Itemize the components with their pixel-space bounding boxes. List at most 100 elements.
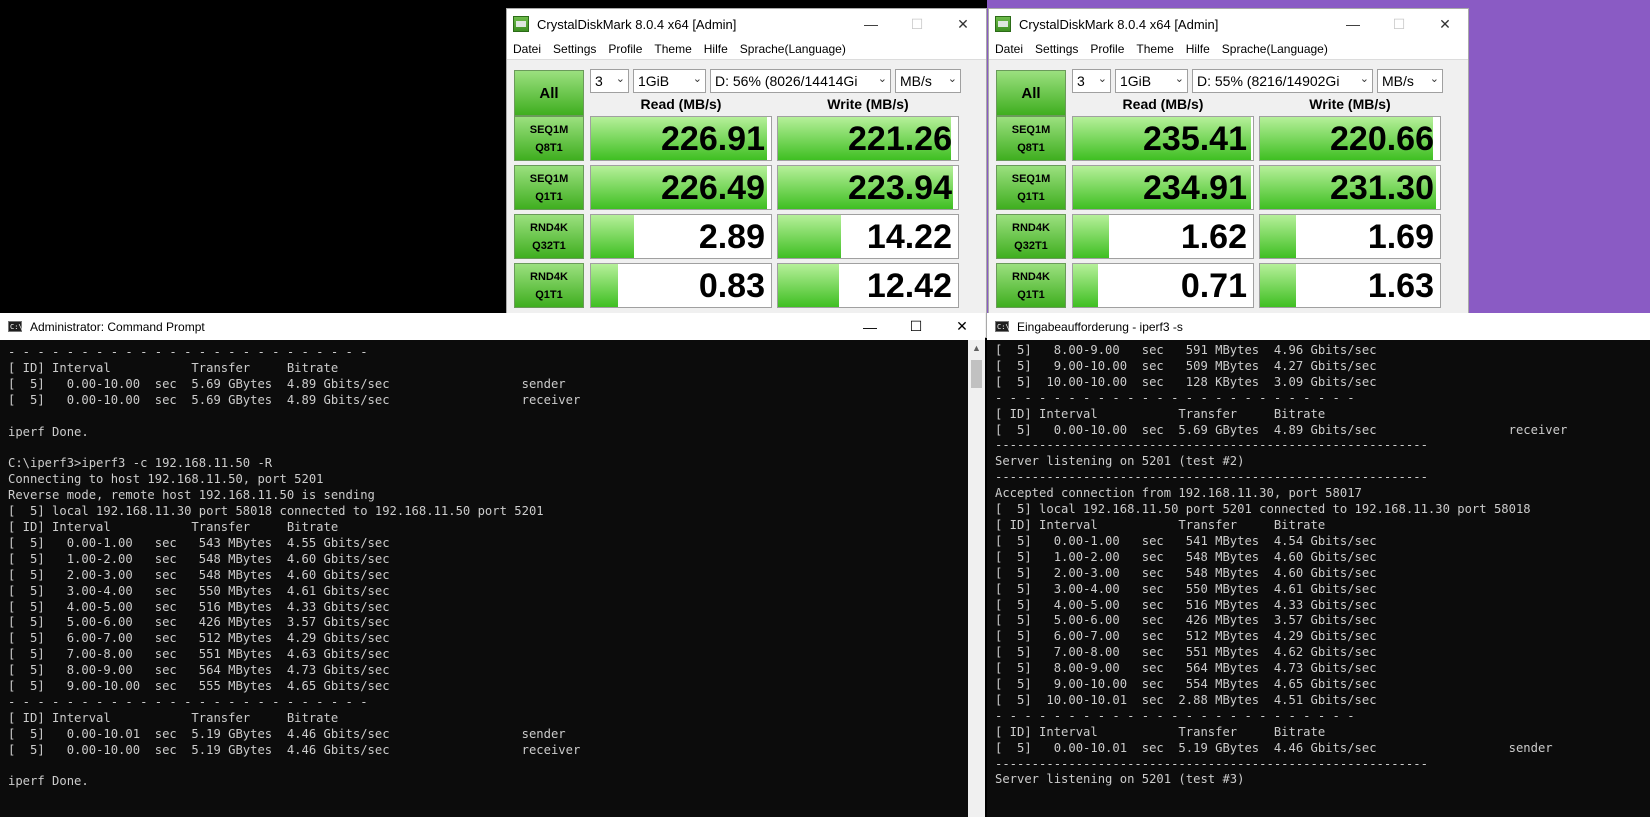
terminal-line: [ 5] local 192.168.11.30 port 58018 conn… bbox=[8, 504, 544, 519]
terminal-line: - - - - - - - - - - - - - - - - - - - - … bbox=[995, 708, 1355, 723]
unit-select[interactable]: MB/s ⌄ bbox=[1377, 69, 1443, 93]
test-name: RND4K bbox=[1012, 270, 1050, 283]
terminal-line: - - - - - - - - - - - - - - - - - - - - … bbox=[8, 345, 368, 359]
menu-settings[interactable]: Settings bbox=[1035, 42, 1078, 56]
write-result-cell: 1.69 bbox=[1259, 214, 1441, 259]
read-header: Read (MB/s) bbox=[640, 96, 722, 112]
read-bar bbox=[591, 264, 618, 307]
command-prompt-window-right[interactable]: C:\ Eingabeaufforderung - iperf3 -s [ 5]… bbox=[987, 313, 1650, 817]
title-bar[interactable]: CrystalDiskMark 8.0.4 x64 [Admin] — ☐ ✕ bbox=[989, 9, 1468, 39]
test-rnd4k-q32t1-button[interactable]: RND4K Q32T1 bbox=[996, 214, 1066, 259]
close-button[interactable]: ✕ bbox=[939, 313, 985, 340]
test-seq1m-q1t1-button[interactable]: SEQ1M Q1T1 bbox=[514, 165, 584, 210]
test-rnd4k-q1t1-button[interactable]: RND4K Q1T1 bbox=[996, 263, 1066, 308]
title-bar[interactable]: C:\ Eingabeaufforderung - iperf3 -s bbox=[987, 313, 1650, 340]
chevron-down-icon: ⌄ bbox=[1359, 73, 1369, 85]
read-result-cell: 234.91 bbox=[1072, 165, 1254, 210]
vertical-scrollbar[interactable]: ▲ bbox=[968, 340, 985, 817]
unit-select[interactable]: MB/s ⌄ bbox=[895, 69, 961, 93]
menu-hilfe[interactable]: Hilfe bbox=[704, 42, 728, 56]
menu-hilfe[interactable]: Hilfe bbox=[1186, 42, 1210, 56]
test-seq1m-q8t1-button[interactable]: SEQ1M Q8T1 bbox=[996, 116, 1066, 161]
terminal-line: [ 5] 7.00-8.00 sec 551 MBytes 4.62 Gbits… bbox=[995, 645, 1377, 660]
window-title: CrystalDiskMark 8.0.4 x64 [Admin] bbox=[1019, 16, 1219, 32]
terminal-output[interactable]: [ 5] 8.00-9.00 sec 591 MBytes 4.96 Gbits… bbox=[995, 343, 1567, 788]
write-result-cell: 220.66 bbox=[1259, 116, 1441, 161]
terminal-line: [ 5] 0.00-10.00 sec 5.69 GBytes 4.89 Gbi… bbox=[995, 422, 1568, 437]
terminal-line: iperf Done. bbox=[8, 424, 89, 439]
read-result-cell: 0.71 bbox=[1072, 263, 1254, 308]
read-value: 1.62 bbox=[1180, 218, 1247, 256]
count-select[interactable]: 3 ⌄ bbox=[590, 69, 629, 93]
all-button[interactable]: All bbox=[514, 70, 584, 116]
chevron-down-icon: ⌄ bbox=[1429, 73, 1439, 85]
test-rnd4k-q32t1-button[interactable]: RND4K Q32T1 bbox=[514, 214, 584, 259]
read-result-cell: 2.89 bbox=[590, 214, 772, 259]
command-prompt-window-left[interactable]: C:\ Administrator: Command Prompt — ☐ ✕ … bbox=[0, 313, 985, 817]
terminal-line: [ 5] 9.00-10.00 sec 554 MBytes 4.65 Gbit… bbox=[995, 677, 1377, 692]
title-bar[interactable]: CrystalDiskMark 8.0.4 x64 [Admin] — ☐ ✕ bbox=[507, 9, 986, 39]
count-select[interactable]: 3 ⌄ bbox=[1072, 69, 1111, 93]
test-queue: Q32T1 bbox=[1014, 239, 1048, 252]
scroll-up-icon[interactable]: ▲ bbox=[968, 340, 985, 357]
crystaldiskmark-window-left[interactable]: CrystalDiskMark 8.0.4 x64 [Admin] — ☐ ✕ … bbox=[506, 8, 987, 338]
write-bar bbox=[778, 215, 841, 258]
test-name: SEQ1M bbox=[1011, 172, 1051, 185]
chevron-down-icon: ⌄ bbox=[1097, 73, 1107, 85]
test-name: SEQ1M bbox=[529, 123, 569, 136]
size-select[interactable]: 1GiB ⌄ bbox=[633, 69, 706, 93]
menu-datei[interactable]: Datei bbox=[995, 42, 1023, 56]
menu-theme[interactable]: Theme bbox=[1136, 42, 1173, 56]
menu-profile[interactable]: Profile bbox=[608, 42, 642, 56]
write-value: 231.30 bbox=[1330, 169, 1434, 207]
test-rnd4k-q1t1-button[interactable]: RND4K Q1T1 bbox=[514, 263, 584, 308]
chevron-down-icon: ⌄ bbox=[947, 73, 957, 85]
terminal-output[interactable]: - - - - - - - - - - - - - - - - - - - - … bbox=[8, 345, 580, 790]
minimize-button[interactable]: — bbox=[1330, 9, 1376, 39]
terminal-line: [ ID] Interval Transfer Bitrate bbox=[8, 360, 339, 375]
drive-select[interactable]: D: 56% (8026/14414Gi ⌄ bbox=[710, 69, 891, 93]
terminal-line: [ 5] 0.00-10.01 sec 5.19 GBytes 4.46 Gbi… bbox=[8, 726, 566, 741]
minimize-button[interactable]: — bbox=[847, 313, 893, 340]
test-seq1m-q8t1-button[interactable]: SEQ1M Q8T1 bbox=[514, 116, 584, 161]
menu-language[interactable]: Sprache(Language) bbox=[1222, 42, 1328, 56]
write-value: 220.66 bbox=[1330, 120, 1434, 158]
menu-theme[interactable]: Theme bbox=[654, 42, 691, 56]
terminal-line: Accepted connection from 192.168.11.30, … bbox=[995, 486, 1362, 501]
terminal-line: [ 5] 9.00-10.00 sec 509 MBytes 4.27 Gbit… bbox=[995, 358, 1377, 373]
menu-profile[interactable]: Profile bbox=[1090, 42, 1124, 56]
drive-select[interactable]: D: 55% (8216/14902Gi ⌄ bbox=[1192, 69, 1373, 93]
cmd-icon: C:\ bbox=[8, 321, 23, 332]
cmd-icon: C:\ bbox=[995, 321, 1010, 332]
read-bar bbox=[1073, 215, 1109, 258]
write-value: 223.94 bbox=[848, 169, 952, 207]
test-queue: Q8T1 bbox=[1017, 141, 1045, 154]
test-name: RND4K bbox=[530, 270, 568, 283]
crystaldiskmark-window-right[interactable]: CrystalDiskMark 8.0.4 x64 [Admin] — ☐ ✕ … bbox=[988, 8, 1469, 338]
all-button[interactable]: All bbox=[996, 70, 1066, 116]
maximize-button[interactable]: ☐ bbox=[893, 313, 939, 340]
terminal-line: [ 5] 0.00-10.00 sec 5.19 GBytes 4.46 Gbi… bbox=[8, 742, 581, 757]
test-queue: Q32T1 bbox=[532, 239, 566, 252]
terminal-line: [ 5] 6.00-7.00 sec 512 MBytes 4.29 Gbits… bbox=[995, 629, 1377, 644]
terminal-line: Reverse mode, remote host 192.168.11.50 … bbox=[8, 488, 375, 503]
read-value: 226.91 bbox=[661, 120, 765, 158]
close-button[interactable]: ✕ bbox=[940, 9, 986, 39]
chevron-down-icon: ⌄ bbox=[877, 73, 887, 85]
size-select[interactable]: 1GiB ⌄ bbox=[1115, 69, 1188, 93]
terminal-line: [ 5] 0.00-10.00 sec 5.69 GBytes 4.89 Gbi… bbox=[8, 392, 581, 407]
close-button[interactable]: ✕ bbox=[1422, 9, 1468, 39]
window-title: Eingabeaufforderung - iperf3 -s bbox=[1017, 319, 1183, 334]
title-bar[interactable]: C:\ Administrator: Command Prompt — ☐ ✕ bbox=[0, 313, 985, 340]
terminal-line: [ ID] Interval Transfer Bitrate bbox=[8, 710, 339, 725]
scroll-thumb[interactable] bbox=[971, 360, 982, 388]
write-value: 12.42 bbox=[866, 267, 952, 305]
minimize-button[interactable]: — bbox=[848, 9, 894, 39]
read-value: 0.71 bbox=[1180, 267, 1247, 305]
test-seq1m-q1t1-button[interactable]: SEQ1M Q1T1 bbox=[996, 165, 1066, 210]
menu-settings[interactable]: Settings bbox=[553, 42, 596, 56]
test-queue: Q1T1 bbox=[1017, 288, 1045, 301]
menu-language[interactable]: Sprache(Language) bbox=[740, 42, 846, 56]
terminal-line: [ 5] local 192.168.11.50 port 5201 conne… bbox=[995, 502, 1531, 517]
menu-datei[interactable]: Datei bbox=[513, 42, 541, 56]
